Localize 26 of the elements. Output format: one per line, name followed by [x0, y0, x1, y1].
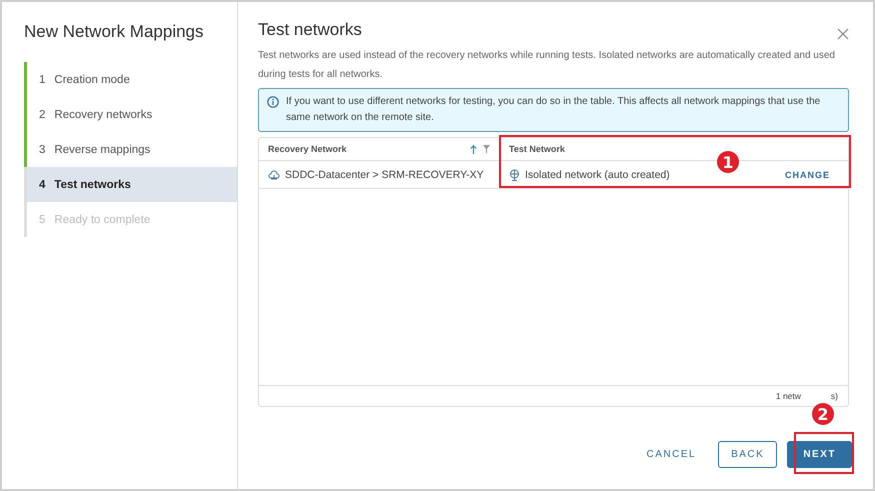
table-cell: SDDC-Datacenter > SRM-RECOVERY-XY: [285, 168, 484, 180]
table-cell: Isolated network (auto created): [525, 168, 670, 180]
next-button[interactable]: NEXT: [787, 441, 852, 468]
highlight-frame: [794, 432, 854, 474]
wizard-step[interactable]: 1 Creation mode: [24, 62, 237, 97]
step-badge: 2: [812, 403, 834, 425]
info-icon: [267, 96, 279, 108]
info-banner: If you want to use different networks for testing, you can do so in the table. This affects all network mappings that use the same network on the remote site.: [258, 88, 849, 132]
step-badge: 1: [717, 151, 739, 173]
sort-icon[interactable]: [470, 144, 477, 154]
page-description: Test networks are used instead of the recovery networks while running tests. Isolated networks are automatically created and used during tests for all networks.: [258, 49, 836, 82]
network-icon: [268, 169, 280, 180]
close-icon[interactable]: [837, 28, 849, 40]
wizard-step[interactable]: 2 Recovery networks: [24, 97, 237, 132]
wizard-step[interactable]: 4 Test networks: [24, 167, 237, 202]
globe-icon: [509, 168, 520, 180]
column-header[interactable]: Test Network: [509, 144, 565, 154]
page-title: Test networks: [258, 20, 362, 40]
change-link[interactable]: CHANGE: [784, 170, 839, 180]
wizard-title: New Network Mappings: [24, 22, 205, 42]
column-header[interactable]: Recovery Network: [268, 144, 347, 154]
filter-icon[interactable]: [483, 144, 490, 152]
row-count: s): [830, 391, 838, 401]
cancel-button[interactable]: CANCEL: [634, 441, 708, 468]
back-button[interactable]: BACK: [718, 441, 778, 468]
row-count: 1 netw: [776, 391, 801, 401]
